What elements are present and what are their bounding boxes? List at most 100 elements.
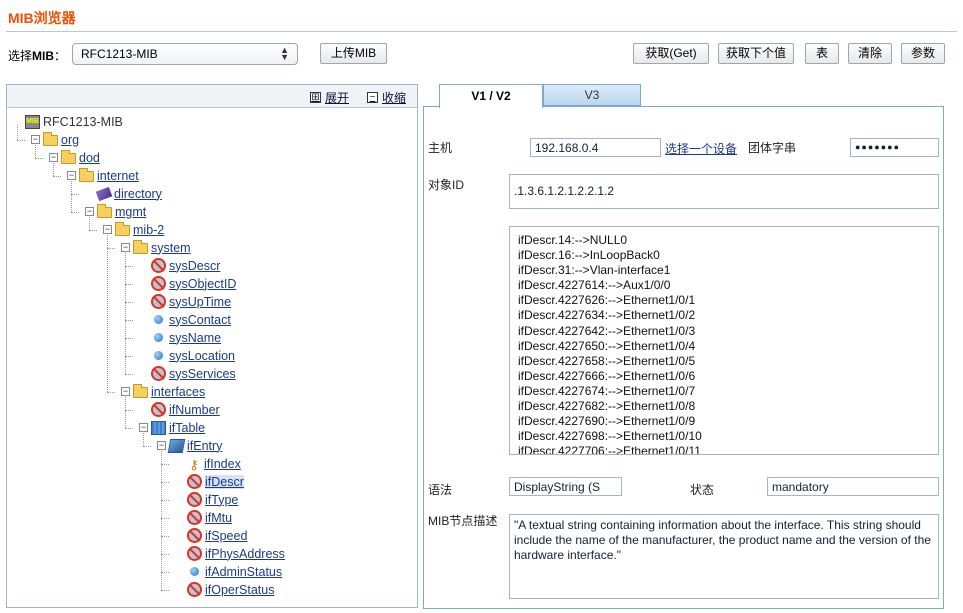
- results-textarea[interactable]: ifDescr.14:-->NULL0 ifDescr.16:-->InLoopB…: [509, 226, 939, 455]
- tree-connector: [125, 356, 133, 357]
- tree-connector: [161, 518, 169, 519]
- tree-connector: [125, 266, 133, 267]
- tree-node-label: interfaces: [151, 384, 206, 399]
- tree-node-sysContact[interactable]: sysContact: [151, 311, 231, 328]
- tree-node-ifType[interactable]: ifType: [187, 491, 238, 508]
- ball-icon: [190, 567, 199, 576]
- tree-node-label: ifEntry: [187, 438, 223, 453]
- select-device-link[interactable]: 选择一个设备: [665, 140, 737, 157]
- tree-connector: [107, 392, 115, 393]
- tree-node-sysLocation[interactable]: sysLocation: [151, 347, 235, 364]
- tree-node-sysObjectID[interactable]: sysObjectID: [151, 275, 236, 292]
- tree-connector: [17, 125, 18, 140]
- tree-node-label: RFC1213-MIB: [43, 114, 123, 129]
- tree-node-org[interactable]: − org: [31, 131, 79, 148]
- tree-connector: [161, 482, 169, 483]
- result-line: ifDescr.16:-->InLoopBack0: [518, 248, 660, 263]
- params-button[interactable]: 参数: [901, 43, 945, 64]
- host-input[interactable]: 192.168.0.4: [530, 138, 661, 157]
- tree-connector: [143, 431, 144, 446]
- tree-connector: [71, 179, 72, 212]
- tree-node-label: directory: [114, 186, 162, 201]
- tree-node-label: mgmt: [115, 204, 147, 219]
- tree-node-RFC1213-MIB[interactable]: MIB RFC1213-MIB: [25, 113, 123, 130]
- tree-node-ifPhysAddress[interactable]: ifPhysAddress: [187, 545, 285, 562]
- tree-connector: [35, 158, 43, 159]
- get-button[interactable]: 获取(Get): [633, 43, 709, 64]
- book-icon: [95, 186, 113, 201]
- result-line: ifDescr.4227690:-->Ethernet1/0/9: [518, 414, 696, 429]
- tree-connector: [161, 572, 169, 573]
- tree-node-sysName[interactable]: sysName: [151, 329, 221, 346]
- tree-node-label: mib-2: [133, 222, 165, 237]
- tree-node-sysDescr[interactable]: sysDescr: [151, 257, 220, 274]
- table-icon: [151, 420, 166, 435]
- result-line: ifDescr.4227634:-->Ethernet1/0/2: [518, 308, 696, 323]
- tree-node-dod[interactable]: − dod: [49, 149, 100, 166]
- tree-node-label: sysName: [169, 330, 222, 345]
- tree-node-system[interactable]: − system: [121, 239, 191, 256]
- tree-node-ifNumber[interactable]: ifNumber: [151, 401, 220, 418]
- mib-select-value: RFC1213-MIB: [81, 47, 158, 61]
- upload-mib-button[interactable]: 上传MIB: [320, 43, 387, 64]
- tree-connector: [125, 338, 133, 339]
- get-next-button[interactable]: 获取下个值: [718, 43, 794, 64]
- forbidden-icon: [151, 294, 166, 309]
- tab-v1-v2[interactable]: V1 / V2: [439, 84, 543, 108]
- tree-toolbar: ⊞ 展开 − 收缩: [7, 85, 417, 108]
- mib-select[interactable]: RFC1213-MIB ▲ ▼: [72, 43, 298, 65]
- result-line: ifDescr.4227666:-->Ethernet1/0/6: [518, 368, 696, 383]
- tree-connector: [53, 161, 54, 176]
- tree-node-directory[interactable]: directory: [95, 185, 162, 202]
- app-title: MIB浏览器: [8, 10, 76, 26]
- collapse-all-button[interactable]: − 收缩: [367, 89, 406, 106]
- result-line: ifDescr.4227682:-->Ethernet1/0/8: [518, 399, 696, 414]
- description-label: MIB节点描述: [428, 514, 498, 528]
- tree-node-label: sysContact: [169, 312, 231, 327]
- tree-node-ifOperStatus[interactable]: ifOperStatus: [187, 581, 274, 598]
- table-button[interactable]: 表: [805, 43, 839, 64]
- ball-icon: [154, 315, 163, 324]
- folder-icon: [97, 204, 112, 218]
- tree-node-label: ifTable: [169, 420, 206, 435]
- tree-node-label: system: [151, 240, 191, 255]
- tree-node-ifIndex[interactable]: ⚷ ifIndex: [187, 455, 241, 472]
- tree-node-mib-2[interactable]: − mib-2: [103, 221, 164, 238]
- tree-node-sysServices[interactable]: sysServices: [151, 365, 236, 382]
- tree-node-ifAdminStatus[interactable]: ifAdminStatus: [187, 563, 282, 580]
- select-arrows-icon: ▲ ▼: [280, 45, 289, 62]
- tree-connector: [161, 464, 169, 465]
- clear-button[interactable]: 清除: [848, 43, 892, 64]
- community-input[interactable]: ●●●●●●●: [850, 138, 939, 157]
- tree-node-label: ifType: [205, 492, 239, 507]
- tree-connector: [125, 251, 126, 374]
- tree-node-interfaces[interactable]: − interfaces: [121, 383, 205, 400]
- tab-v3[interactable]: V3: [543, 84, 641, 106]
- result-line: ifDescr.4227614:-->Aux1/0/0: [518, 278, 671, 293]
- tree-node-ifMtu[interactable]: ifMtu: [187, 509, 232, 526]
- folder-icon: [133, 240, 148, 254]
- tree-node-ifDescr[interactable]: ifDescr: [187, 473, 244, 490]
- entry-icon: [167, 438, 186, 453]
- tree-node-ifTable[interactable]: − ifTable: [139, 419, 205, 436]
- tree-node-label: ifIndex: [204, 456, 241, 471]
- forbidden-icon: [187, 510, 202, 525]
- forbidden-icon: [187, 546, 202, 561]
- tree-connector: [161, 500, 169, 501]
- tree-connector: [125, 410, 133, 411]
- tree-node-ifSpeed[interactable]: ifSpeed: [187, 527, 247, 544]
- tree-node-internet[interactable]: − internet: [67, 167, 139, 184]
- tree-connector: [89, 215, 90, 230]
- tree-node-mgmt[interactable]: − mgmt: [85, 203, 146, 220]
- mib-select-label: 选择MIB：: [8, 49, 67, 63]
- mib-root-icon: MIB: [25, 114, 40, 129]
- expand-all-button[interactable]: ⊞ 展开: [310, 89, 349, 106]
- status-field: mandatory: [767, 477, 939, 496]
- description-textarea[interactable]: "A textual string containing information…: [509, 514, 939, 599]
- tree-node-label: ifOperStatus: [205, 582, 275, 597]
- oid-input[interactable]: .1.3.6.1.2.1.2.2.1.2: [509, 174, 939, 209]
- tree-node-sysUpTime[interactable]: sysUpTime: [151, 293, 231, 310]
- tree-connector: [125, 302, 133, 303]
- tree-node-ifEntry[interactable]: − ifEntry: [157, 437, 222, 454]
- tree-connector: [107, 248, 115, 249]
